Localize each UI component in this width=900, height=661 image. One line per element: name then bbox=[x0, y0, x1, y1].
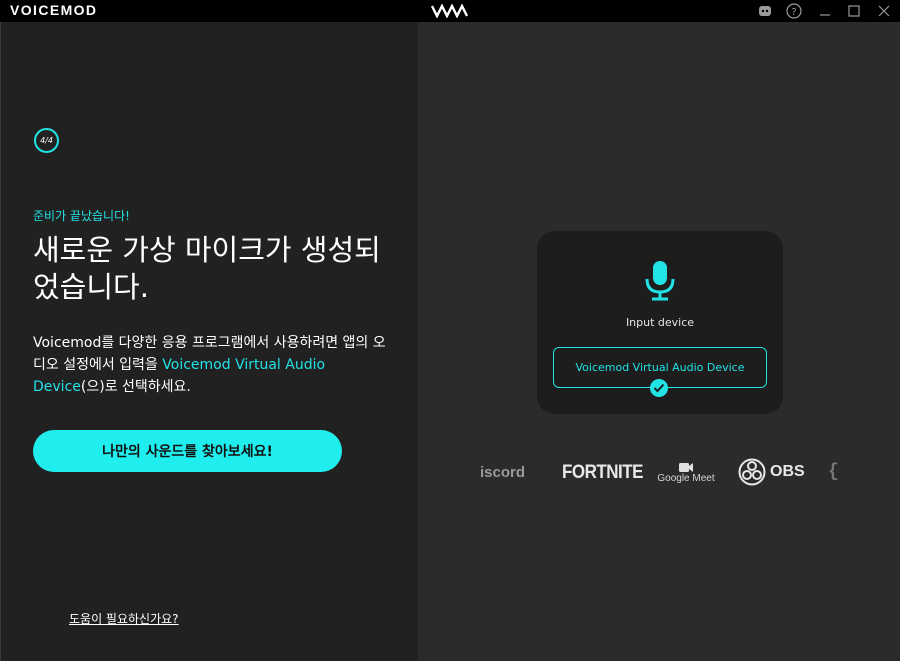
discord-icon[interactable] bbox=[753, 0, 777, 22]
vm-logo-icon bbox=[430, 3, 469, 22]
check-icon bbox=[650, 379, 668, 397]
discord-logo: iscord bbox=[480, 463, 526, 481]
page-title: 새로운 가상 마이크가 생성되었습니다. bbox=[33, 233, 381, 304]
microphone-icon bbox=[643, 260, 677, 306]
description-text-end: (으)로 선택하세요. bbox=[80, 379, 191, 395]
description: Voicemod를 다양한 응용 프로그램에서 사용하려면 앱의 오디오 설정에… bbox=[33, 332, 393, 398]
help-icon[interactable]: ? bbox=[782, 0, 806, 22]
find-sounds-button[interactable]: 나만의 사운드를 찾아보세요! bbox=[33, 430, 342, 472]
svg-text:?: ? bbox=[791, 7, 796, 18]
more-apps-icon: { bbox=[828, 462, 839, 482]
close-icon[interactable] bbox=[872, 0, 896, 22]
app-brand: VOICEMOD bbox=[10, 2, 98, 18]
fortnite-logo: FORTNITE bbox=[562, 460, 644, 483]
video-camera-icon bbox=[679, 462, 693, 472]
obs-logo: OBS bbox=[738, 452, 805, 492]
step-indicator: 4/4 bbox=[34, 128, 59, 153]
google-meet-label: Google Meet bbox=[657, 472, 715, 484]
maximize-icon[interactable] bbox=[842, 0, 866, 22]
obs-icon bbox=[738, 458, 766, 486]
help-link[interactable]: 도움이 필요하신가요? bbox=[69, 610, 179, 627]
title-bar: VOICEMOD ? bbox=[0, 0, 900, 22]
ready-text: 준비가 끝났습니다! bbox=[33, 209, 130, 223]
input-device-label: Input device bbox=[625, 316, 695, 329]
app-logos-strip: iscord FORTNITE Google Meet OBS { bbox=[480, 452, 840, 492]
minimize-icon[interactable] bbox=[813, 0, 837, 22]
google-meet-logo: Google Meet bbox=[656, 452, 716, 492]
obs-label: OBS bbox=[770, 463, 805, 480]
